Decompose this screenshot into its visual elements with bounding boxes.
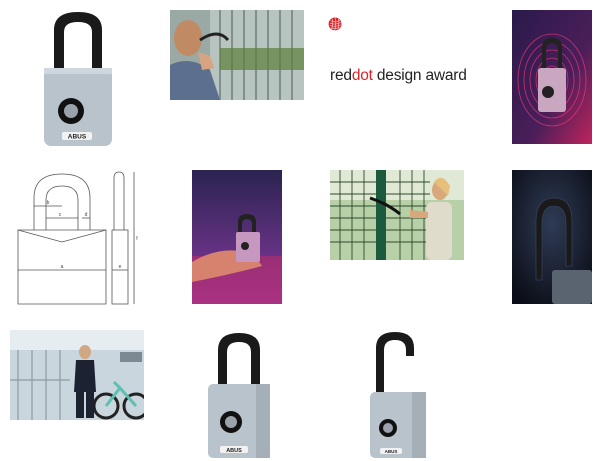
bike-shed-photo (170, 10, 304, 100)
gallery-image-dimension-drawing[interactable]: a b c d e f (12, 168, 142, 306)
gallery-image-padlock-dark[interactable] (512, 170, 592, 304)
dim-label-c: c (59, 212, 62, 218)
hand-padlock-photo (192, 170, 282, 304)
reddot-brand-dot: dot (351, 67, 373, 84)
gallery-image-hand-padlock[interactable] (192, 170, 282, 304)
padlock-brand-label: ABUS (68, 134, 87, 141)
gallery-image-gate[interactable] (330, 170, 464, 260)
gallery-image-padlock-front[interactable]: ABUS (40, 8, 116, 148)
padlock-dark-photo (512, 170, 592, 304)
dimension-drawing: a b c d e f (17, 171, 138, 305)
gallery-image-bike-shed[interactable] (170, 10, 304, 100)
reddot-brand-red: red (330, 67, 352, 84)
dim-label-d: d (85, 212, 88, 218)
reddot-brand-rest: design award (372, 67, 467, 84)
bike-garage-photo (10, 330, 144, 420)
padlock-open-image: ABUS (370, 332, 426, 458)
gallery-image-padlock-angle[interactable]: ABUS (204, 330, 274, 460)
reddot-award-text: reddot design award (330, 67, 467, 85)
gallery-image-padlock-open[interactable]: ABUS (366, 330, 432, 460)
padlock-brand-label: ABUS (385, 449, 398, 454)
gallery-image-bike-garage[interactable] (10, 330, 144, 420)
dim-label-e: e (119, 264, 122, 270)
padlock-angle-image: ABUS (208, 333, 270, 458)
dim-label-f: f (136, 236, 138, 242)
gallery-image-padlock-fingerprint[interactable] (512, 10, 592, 144)
padlock-brand-label: ABUS (226, 448, 242, 454)
dim-label-b: b (47, 200, 50, 206)
reddot-icon (328, 17, 342, 31)
dim-label-a: a (61, 264, 64, 270)
reddot-award-logo[interactable] (328, 8, 478, 100)
padlock-image: ABUS (44, 12, 112, 146)
fingerprint-photo (512, 10, 592, 144)
gate-photo (330, 170, 464, 260)
